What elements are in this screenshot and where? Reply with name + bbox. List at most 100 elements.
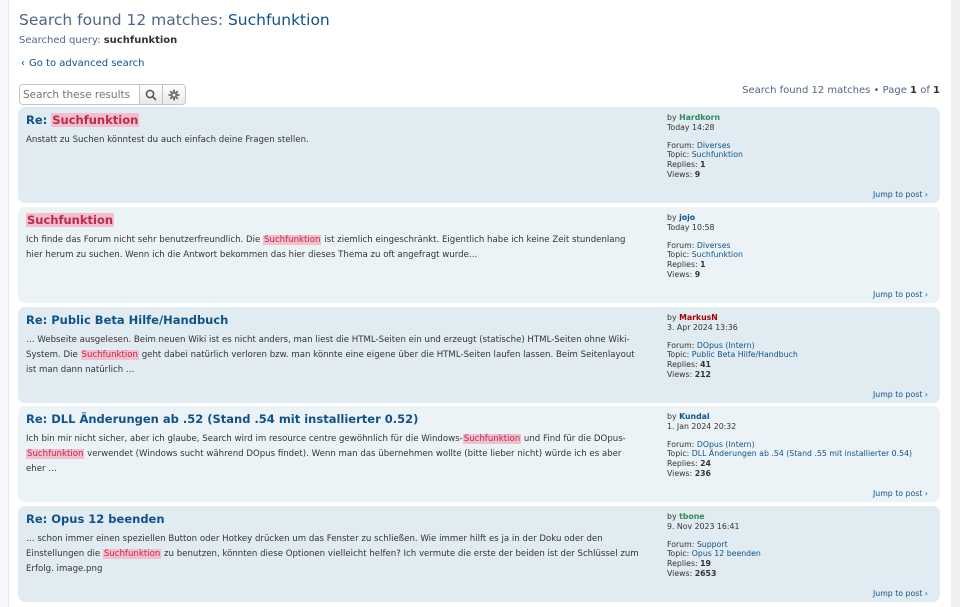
result-title-link[interactable]: Re: DLL Änderungen ab .52 (Stand .54 mit… <box>26 412 418 426</box>
views-count: 2653 <box>694 568 717 578</box>
result-title-link[interactable]: Re: Suchfunktion <box>26 113 140 127</box>
search-highlight: Suchfunktion <box>102 549 162 559</box>
chevron-right-icon: › <box>924 589 928 598</box>
author-line: by Hardkorn <box>667 113 743 123</box>
forum-label: Forum: <box>667 140 695 150</box>
pagination-current: 1 <box>910 85 918 96</box>
search-input[interactable] <box>20 85 139 104</box>
jump-to-post-label: Jump to post <box>872 390 923 399</box>
jump-to-post-link[interactable]: Jump to post › <box>873 390 928 399</box>
replies-line: Replies: 1 <box>667 260 743 270</box>
author-line: by MarkusN <box>667 313 798 323</box>
by-label: by <box>667 512 677 521</box>
pagination-count: Search found 12 matches <box>742 85 871 96</box>
chevron-left-icon: ‹ <box>21 58 25 69</box>
topic-link[interactable]: DLL Änderungen ab .54 (Stand .55 mit ins… <box>692 449 912 458</box>
author-link[interactable]: tbone <box>679 512 705 521</box>
search-results-form <box>19 84 186 105</box>
chevron-right-icon: › <box>924 489 928 498</box>
author-line: by tbone <box>667 512 761 522</box>
page-title-prefix: Search found 12 matches: <box>19 11 228 29</box>
forum-line: Forum: Diverses <box>667 241 743 251</box>
search-result: Re: Opus 12 beenden … schon immer einen s… <box>18 506 940 602</box>
search-result: Re: Public Beta Hilfe/Handbuch … Webseite… <box>18 307 940 403</box>
by-label: by <box>667 213 677 222</box>
views-count: 9 <box>694 269 701 279</box>
author-link[interactable]: Hardkorn <box>679 113 720 122</box>
search-result: Re: Suchfunktion Anstatt zu Suchen könnte… <box>18 107 940 203</box>
result-title-highlight: Suchfunktion <box>26 213 115 227</box>
excerpt-text: verwendet (Windows sucht während DOpus f… <box>26 449 622 474</box>
vertical-scrollbar[interactable] <box>951 0 960 607</box>
search-highlight: Suchfunktion <box>80 350 139 360</box>
replies-line: Replies: 1 <box>667 160 743 170</box>
views-label: Views: <box>667 468 693 478</box>
forum-label: Forum: <box>667 340 695 350</box>
author-link[interactable]: MarkusN <box>679 313 718 322</box>
advanced-search-button[interactable] <box>162 85 185 104</box>
replies-count: 41 <box>700 360 711 370</box>
topic-line: Topic: Public Beta Hilfe/Handbuch <box>667 350 798 360</box>
excerpt-text: Anstatt zu Suchen könntest du auch einfa… <box>26 135 309 145</box>
topic-line: Topic: Suchfunktion <box>667 150 743 160</box>
search-result: Re: DLL Änderungen ab .52 (Stand .54 mit… <box>18 406 940 502</box>
result-excerpt: … schon immer einen speziellen Button od… <box>26 532 641 577</box>
pagination: Search found 12 matches • Page 1 of 1 <box>742 85 940 96</box>
page-title-query[interactable]: Suchfunktion <box>228 11 330 29</box>
views-label: Views: <box>667 169 693 179</box>
topic-line: Topic: Opus 12 beenden <box>667 549 761 559</box>
topic-label: Topic: <box>667 250 690 260</box>
pagination-page-label: Page <box>882 85 907 96</box>
gear-icon <box>168 89 180 100</box>
views-label: Views: <box>667 269 693 279</box>
searched-query: Searched query: suchfunktion <box>19 35 177 46</box>
replies-label: Replies: <box>667 360 698 370</box>
forum-link[interactable]: Support <box>697 540 728 549</box>
by-label: by <box>667 313 677 322</box>
pagination-of: of <box>920 85 930 96</box>
forum-label: Forum: <box>667 240 695 250</box>
jump-to-post-link[interactable]: Jump to post › <box>873 190 928 199</box>
search-highlight: Suchfunktion <box>263 235 322 245</box>
replies-count: 24 <box>700 459 711 469</box>
jump-to-post-link[interactable]: Jump to post › <box>873 489 928 498</box>
excerpt-text: Ich finde das Forum nicht sehr benutzerf… <box>26 235 264 245</box>
topic-line: Topic: DLL Änderungen ab .54 (Stand .55 … <box>667 449 912 459</box>
by-label: by <box>667 113 677 122</box>
forum-link[interactable]: DOpus (Intern) <box>697 341 755 350</box>
advanced-search-link[interactable]: ‹ Go to advanced search <box>21 58 145 69</box>
author-link[interactable]: Kundal <box>679 412 710 421</box>
jump-to-post-link[interactable]: Jump to post › <box>873 589 928 598</box>
author-link[interactable]: jojo <box>679 213 695 222</box>
forum-line: Forum: Support <box>667 540 761 550</box>
result-excerpt: Anstatt zu Suchen könntest du auch einfa… <box>26 133 641 148</box>
topic-link[interactable]: Public Beta Hilfe/Handbuch <box>692 350 798 359</box>
chevron-right-icon: › <box>924 390 928 399</box>
chevron-right-icon: › <box>924 190 928 199</box>
replies-count: 1 <box>700 160 706 170</box>
result-meta: by MarkusN 3. Apr 2024 13:36 Forum: DOpus … <box>667 313 798 380</box>
result-title-link[interactable]: Suchfunktion <box>26 213 115 227</box>
search-button[interactable] <box>139 85 162 104</box>
forum-link[interactable]: DOpus (Intern) <box>697 440 755 449</box>
views-line: Views: 212 <box>667 370 798 380</box>
topic-link[interactable]: Opus 12 beenden <box>692 549 761 558</box>
views-line: Views: 2653 <box>667 569 761 579</box>
searched-query-label: Searched query: <box>19 35 101 46</box>
replies-line: Replies: 41 <box>667 360 798 370</box>
topic-link[interactable]: Suchfunktion <box>692 150 743 159</box>
replies-label: Replies: <box>667 459 698 469</box>
forum-link[interactable]: Diverses <box>697 141 731 150</box>
result-title-link[interactable]: Re: Opus 12 beenden <box>26 512 165 526</box>
views-label: Views: <box>667 568 693 578</box>
search-result: Suchfunktion Ich finde das Forum nicht se… <box>18 207 940 303</box>
result-title-link[interactable]: Re: Public Beta Hilfe/Handbuch <box>26 313 228 327</box>
forum-link[interactable]: Diverses <box>697 241 731 250</box>
topic-link[interactable]: Suchfunktion <box>692 250 743 259</box>
replies-label: Replies: <box>667 559 698 569</box>
author-line: by jojo <box>667 213 743 223</box>
post-date: Today 10:58 <box>667 222 715 232</box>
post-date: 9. Nov 2023 16:41 <box>667 521 740 531</box>
jump-to-post-link[interactable]: Jump to post › <box>873 290 928 299</box>
replies-line: Replies: 24 <box>667 459 912 469</box>
